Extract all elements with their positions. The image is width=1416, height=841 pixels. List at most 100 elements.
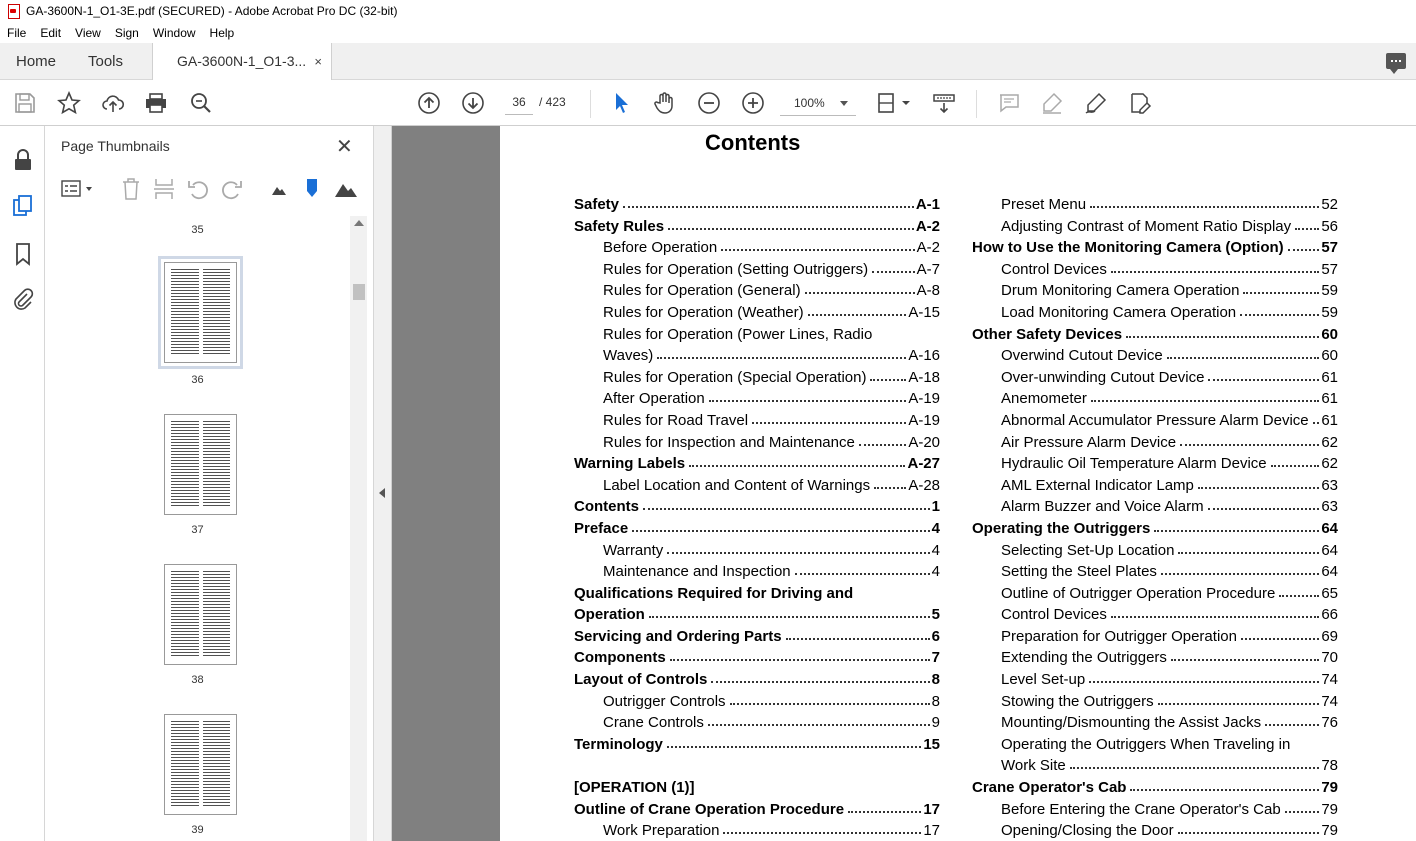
scroll-mode-icon[interactable] — [932, 91, 956, 115]
close-panel-button[interactable]: ✕ — [336, 134, 353, 159]
scrollbar-thumb[interactable] — [353, 284, 365, 300]
toc-entry[interactable]: [OPERATION (1)] — [574, 777, 940, 799]
toc-entry[interactable]: Crane Controls 9 — [574, 712, 940, 734]
comment-panel-icon[interactable] — [1386, 53, 1406, 74]
thumbnail-page[interactable] — [158, 256, 243, 369]
thumbnail-page[interactable] — [164, 714, 237, 815]
document-view[interactable]: Contents Safety A-1 Safety Rules A-2 Before … — [392, 126, 1416, 841]
toc-entry[interactable]: Overwind Cutout Device 60 — [972, 345, 1338, 367]
toc-entry[interactable]: Layout of Controls 8 — [574, 669, 940, 691]
toc-entry[interactable]: Warning Labels A-27 — [574, 453, 940, 475]
zoom-level-select[interactable]: 100% — [780, 90, 856, 116]
toc-entry[interactable]: Alarm Buzzer and Voice Alarm 63 — [972, 496, 1338, 518]
toc-entry[interactable]: Outline of Crane Operation Procedure 17 — [574, 799, 940, 821]
toc-entry[interactable]: Setting the Steel Plates 64 — [972, 561, 1338, 583]
toc-entry[interactable]: Outline of Outrigger Operation Procedure… — [972, 583, 1338, 605]
toc-entry[interactable]: Air Pressure Alarm Device 62 — [972, 432, 1338, 454]
rotate-right-icon[interactable] — [221, 177, 243, 201]
toc-entry[interactable]: Extending the Outriggers 70 — [972, 647, 1338, 669]
toc-entry[interactable]: Rules for Operation (Special Operation) A… — [574, 367, 940, 389]
toc-entry[interactable]: Waves) A-16 — [574, 345, 940, 367]
toc-entry[interactable]: Abnormal Accumulator Pressure Alarm Devi… — [972, 410, 1338, 432]
toc-entry[interactable]: Safety Rules A-2 — [574, 216, 940, 238]
toc-entry[interactable]: Servicing and Ordering Parts 6 — [574, 626, 940, 648]
bookmarks-icon[interactable] — [11, 242, 35, 266]
next-page-icon[interactable] — [461, 91, 485, 115]
toc-entry[interactable]: Operation 5 — [574, 604, 940, 626]
toc-entry[interactable]: Load Monitoring Camera Operation 59 — [972, 302, 1338, 324]
menu-edit[interactable]: Edit — [33, 26, 68, 40]
toc-entry[interactable]: Work Preparation 17 — [574, 820, 940, 841]
close-tab-button[interactable]: × — [314, 43, 322, 80]
toc-entry[interactable]: Before Operation A-2 — [574, 237, 940, 259]
bookmark-star-icon[interactable] — [57, 90, 81, 115]
toc-entry[interactable]: Safety A-1 — [574, 194, 940, 216]
toc-entry[interactable]: Operating the Outriggers When Traveling … — [972, 734, 1338, 756]
attachment-icon[interactable] — [11, 288, 35, 312]
menu-view[interactable]: View — [68, 26, 108, 40]
delete-page-icon[interactable] — [121, 177, 141, 201]
toc-entry[interactable]: Before Entering the Crane Operator's Cab… — [972, 799, 1338, 821]
toc-entry[interactable]: Rules for Inspection and Maintenance A-20 — [574, 432, 940, 454]
fill-sign-icon[interactable] — [1084, 91, 1108, 115]
toc-entry[interactable]: Mounting/Dismounting the Assist Jacks 76 — [972, 712, 1338, 734]
toc-entry[interactable]: Work Site 78 — [972, 755, 1338, 777]
slider-marker-icon[interactable] — [305, 178, 319, 198]
tab-home[interactable]: Home — [16, 43, 56, 80]
toc-entry[interactable]: Preparation for Outrigger Operation 69 — [972, 626, 1338, 648]
save-icon[interactable] — [13, 91, 37, 115]
toc-entry[interactable]: Rules for Road Travel A-19 — [574, 410, 940, 432]
menu-help[interactable]: Help — [203, 26, 242, 40]
toc-entry[interactable]: Rules for Operation (Setting Outriggers)… — [574, 259, 940, 281]
page-number-input[interactable] — [505, 89, 533, 115]
toc-entry[interactable]: Over-unwinding Cutout Device 61 — [972, 367, 1338, 389]
toc-entry[interactable]: Drum Monitoring Camera Operation 59 — [972, 280, 1338, 302]
options-menu-icon[interactable] — [61, 178, 95, 200]
toc-entry[interactable]: Rules for Operation (General) A-8 — [574, 280, 940, 302]
thumbnail-scrollbar[interactable] — [350, 216, 367, 841]
toc-entry[interactable]: Selecting Set-Up Location 64 — [972, 540, 1338, 562]
extract-page-icon[interactable] — [153, 177, 175, 201]
toc-entry[interactable]: Adjusting Contrast of Moment Ratio Displ… — [972, 216, 1338, 238]
protect-edit-icon[interactable] — [1128, 91, 1152, 115]
menu-window[interactable]: Window — [146, 26, 203, 40]
toc-entry[interactable]: Rules for Operation (Weather) A-15 — [574, 302, 940, 324]
toc-entry[interactable]: Terminology 15 — [574, 734, 940, 756]
zoom-in-icon[interactable] — [741, 91, 765, 115]
toc-entry[interactable]: Control Devices 66 — [972, 604, 1338, 626]
scroll-up-icon[interactable] — [354, 220, 364, 226]
menu-sign[interactable]: Sign — [108, 26, 146, 40]
select-cursor-icon[interactable] — [610, 91, 634, 115]
collapse-panel-handle[interactable] — [374, 126, 392, 841]
toc-entry[interactable]: Preset Menu 52 — [972, 194, 1338, 216]
thumbnail-page[interactable] — [164, 564, 237, 665]
rotate-left-icon[interactable] — [187, 177, 209, 201]
toc-entry[interactable]: Label Location and Content of Warnings A-… — [574, 475, 940, 497]
thumbnail-page[interactable] — [164, 414, 237, 515]
toc-entry[interactable]: Control Devices 57 — [972, 259, 1338, 281]
toc-entry[interactable]: AML External Indicator Lamp 63 — [972, 475, 1338, 497]
comment-icon[interactable] — [997, 91, 1021, 115]
toc-entry[interactable]: Outrigger Controls 8 — [574, 691, 940, 713]
toc-entry[interactable]: Contents 1 — [574, 496, 940, 518]
page-fit-icon[interactable] — [876, 91, 912, 115]
toc-entry[interactable]: Components 7 — [574, 647, 940, 669]
toc-entry[interactable] — [574, 755, 940, 777]
print-icon[interactable] — [144, 91, 168, 115]
toc-entry[interactable]: Maintenance and Inspection 4 — [574, 561, 940, 583]
toc-entry[interactable]: Qualifications Required for Driving and — [574, 583, 940, 605]
toc-entry[interactable]: After Operation A-19 — [574, 388, 940, 410]
tab-tools[interactable]: Tools — [88, 43, 123, 80]
toc-entry[interactable]: Crane Operator's Cab 79 — [972, 777, 1338, 799]
hand-tool-icon[interactable] — [653, 91, 677, 115]
toc-entry[interactable]: Other Safety Devices 60 — [972, 324, 1338, 346]
page-thumbnails-icon[interactable] — [11, 194, 35, 218]
toc-entry[interactable]: Hydraulic Oil Temperature Alarm Device 62 — [972, 453, 1338, 475]
zoom-out-icon[interactable] — [697, 91, 721, 115]
tab-document[interactable]: GA-3600N-1_O1-3... × — [152, 43, 332, 81]
toc-entry[interactable]: Opening/Closing the Door 79 — [972, 820, 1338, 841]
toc-entry[interactable]: Preface 4 — [574, 518, 940, 540]
toc-entry[interactable]: How to Use the Monitoring Camera (Option… — [972, 237, 1338, 259]
previous-page-icon[interactable] — [417, 91, 441, 115]
highlight-pen-icon[interactable] — [1040, 91, 1064, 115]
